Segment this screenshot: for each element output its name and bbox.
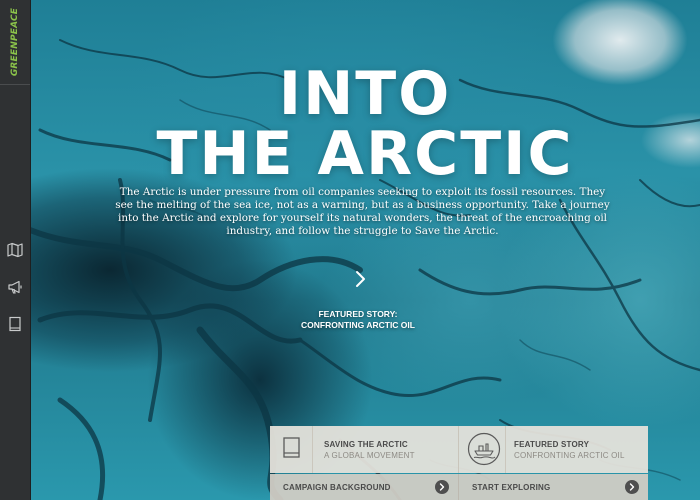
- sidebar-map-button[interactable]: [0, 232, 30, 268]
- saving-the-arctic-card[interactable]: SAVING THE ARCTIC A GLOBAL MOVEMENT: [270, 426, 459, 473]
- featured-story-label: FEATURED STORY:: [318, 309, 398, 319]
- megaphone-icon: [8, 280, 22, 294]
- campaign-background-button[interactable]: CAMPAIGN BACKGROUND: [270, 474, 459, 500]
- card-subtitle: A GLOBAL MOVEMENT: [324, 451, 415, 460]
- intro-paragraph: The Arctic is under pressure from oil co…: [115, 186, 610, 237]
- start-exploring-label: START EXPLORING: [472, 483, 551, 492]
- sidebar-stories-button[interactable]: [0, 306, 30, 342]
- card-title: FEATURED STORY: [514, 440, 590, 449]
- chevron-right-icon[interactable]: [351, 270, 369, 288]
- start-exploring-button[interactable]: START EXPLORING: [459, 474, 648, 500]
- card-title: SAVING THE ARCTIC: [324, 440, 408, 449]
- sidebar: GREENPEACE: [0, 0, 31, 500]
- card-subtitle: CONFRONTING ARCTIC OIL: [514, 451, 625, 460]
- arrow-right-icon: [435, 480, 449, 494]
- greenpeace-logo[interactable]: GREENPEACE: [0, 0, 30, 85]
- featured-story-card[interactable]: FEATURED STORY CONFRONTING ARCTIC OIL: [459, 426, 648, 473]
- card-divider: [505, 426, 506, 473]
- page: GREENPEACE INTO THE ARCTIC The Arctic is…: [0, 0, 700, 500]
- map-icon: [7, 242, 23, 258]
- book-icon: [283, 437, 300, 458]
- campaign-background-label: CAMPAIGN BACKGROUND: [283, 483, 391, 492]
- ship-icon: [467, 432, 501, 466]
- hero-title-line-2: THE ARCTIC: [156, 119, 574, 189]
- bottom-panel: SAVING THE ARCTIC A GLOBAL MOVEMENT FEAT…: [270, 426, 648, 500]
- sidebar-campaign-button[interactable]: [0, 269, 30, 305]
- hero-title-line-1: INTO: [278, 59, 452, 129]
- featured-story-title: CONFRONTING ARCTIC OIL: [301, 320, 415, 330]
- card-divider: [312, 426, 313, 473]
- logo-text: GREENPEACE: [10, 7, 20, 77]
- arrow-right-icon: [625, 480, 639, 494]
- featured-story-link[interactable]: FEATURED STORY: CONFRONTING ARCTIC OIL: [258, 309, 458, 331]
- book-icon: [9, 316, 21, 332]
